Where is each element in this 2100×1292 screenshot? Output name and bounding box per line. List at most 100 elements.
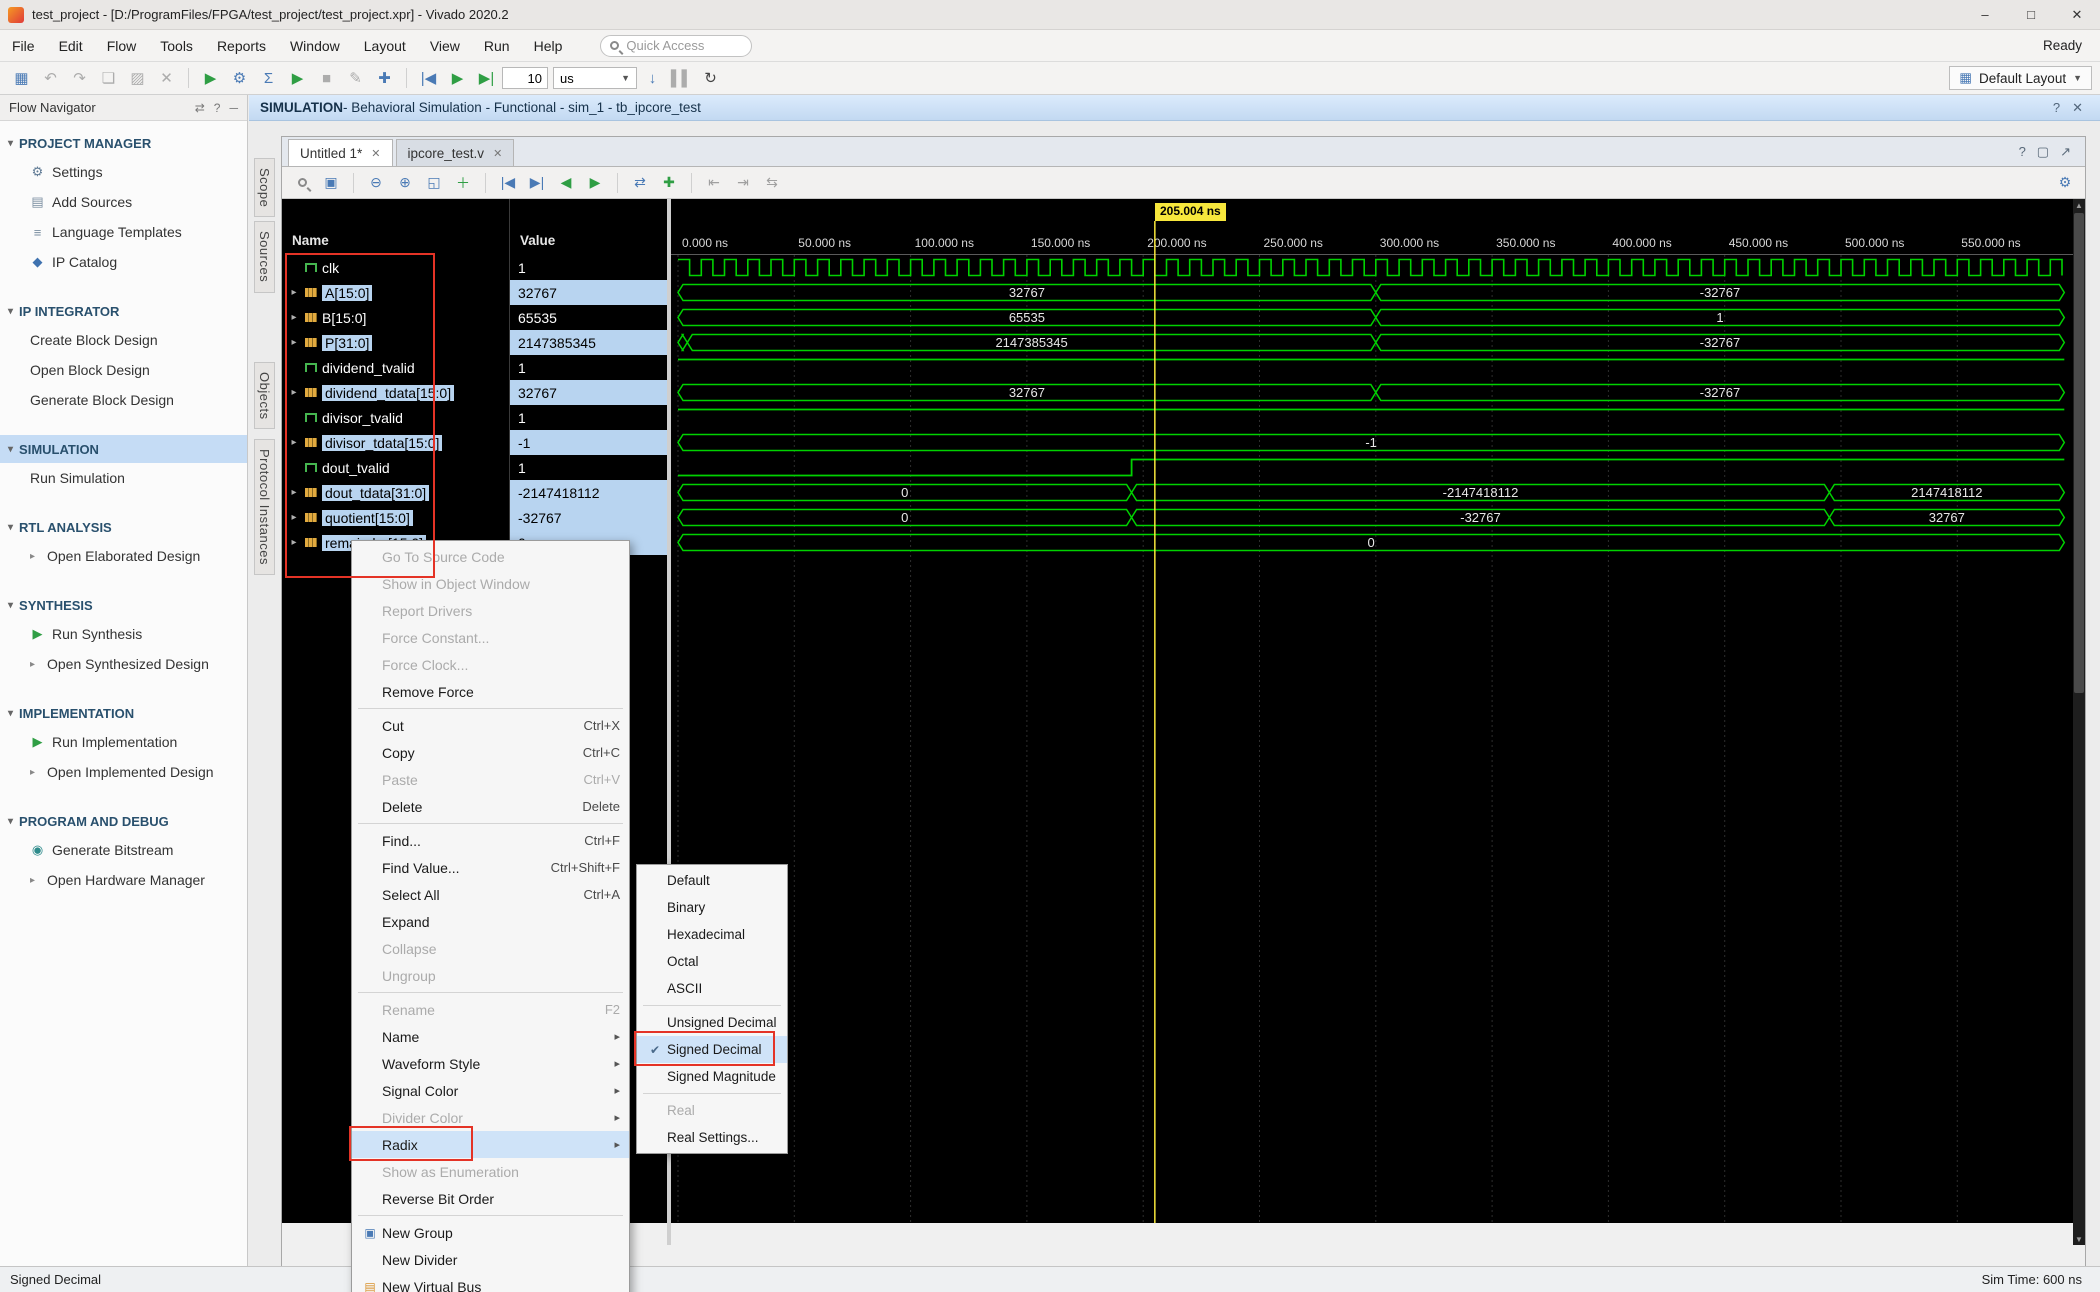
go-to-start-icon[interactable]: |◀ <box>495 171 521 195</box>
tab-protocol-instances[interactable]: Protocol Instances <box>254 439 275 575</box>
sum-icon[interactable]: Σ <box>255 66 282 91</box>
flownav-section-synthesis[interactable]: ▾SYNTHESIS <box>0 591 247 619</box>
help-icon[interactable]: ? <box>2019 144 2026 160</box>
close-icon[interactable]: ✕ <box>493 147 502 160</box>
menu-item-radix[interactable]: Radix▸ <box>352 1131 629 1158</box>
menu-window[interactable]: Window <box>278 33 352 59</box>
menu-flow[interactable]: Flow <box>95 33 149 59</box>
scrollbar-thumb[interactable] <box>2074 213 2084 693</box>
radix-option-signed-decimal[interactable]: ✔Signed Decimal <box>637 1036 787 1063</box>
flownav-item-settings[interactable]: ⚙Settings <box>0 157 247 187</box>
maximize-icon[interactable]: ↗ <box>2060 144 2071 160</box>
scroll-up-icon[interactable]: ▲ <box>2073 199 2085 211</box>
save-waveform-icon[interactable]: ▣ <box>318 171 344 195</box>
float-icon[interactable]: ▢ <box>2037 144 2049 160</box>
flownav-section-implementation[interactable]: ▾IMPLEMENTATION <box>0 699 247 727</box>
open-project-icon[interactable]: ▦ <box>8 66 35 91</box>
flownav-item-generate-bitstream[interactable]: ◉Generate Bitstream <box>0 835 247 865</box>
run-all-icon[interactable]: ▶ <box>444 66 471 91</box>
menu-item-waveform-style[interactable]: Waveform Style▸ <box>352 1050 629 1077</box>
layout-select[interactable]: ▦ Default Layout ▼ <box>1949 66 2092 90</box>
quick-access-search[interactable]: Quick Access <box>600 35 752 57</box>
radix-option-unsigned-decimal[interactable]: Unsigned Decimal <box>637 1009 787 1036</box>
swap-cursors-icon[interactable]: ⇄ <box>627 171 653 195</box>
flownav-item-generate-block-design[interactable]: Generate Block Design <box>0 385 247 415</box>
flownav-item-open-block-design[interactable]: Open Block Design <box>0 355 247 385</box>
radix-option-signed-magnitude[interactable]: Signed Magnitude <box>637 1063 787 1090</box>
waveform-settings-gear-icon[interactable]: ⚙ <box>2052 171 2078 195</box>
flownav-item-open-implemented-design[interactable]: ▸Open Implemented Design <box>0 757 247 787</box>
settings-gear-icon[interactable]: ⚙ <box>226 66 253 91</box>
next-transition-icon[interactable]: ▶ <box>582 171 608 195</box>
menu-item-signal-color[interactable]: Signal Color▸ <box>352 1077 629 1104</box>
flownav-item-open-elaborated-design[interactable]: ▸Open Elaborated Design <box>0 541 247 571</box>
radix-option-default[interactable]: Default <box>637 867 787 894</box>
zoom-to-cursor-icon[interactable]: ＋ <box>450 171 476 195</box>
flownav-item-run-simulation[interactable]: Run Simulation <box>0 463 247 493</box>
restart-sim-icon[interactable]: |◀ <box>415 66 442 91</box>
scroll-down-icon[interactable]: ▼ <box>2073 1233 2085 1245</box>
signal-name-row[interactable]: dividend_tvalid <box>282 355 509 380</box>
flownav-item-run-synthesis[interactable]: ▶Run Synthesis <box>0 619 247 649</box>
signal-name-row[interactable]: ▸quotient[15:0] <box>282 505 509 530</box>
zoom-out-icon[interactable]: ⊖ <box>363 171 389 195</box>
close-button[interactable]: ✕ <box>2054 0 2100 29</box>
menu-item-reverse-bit-order[interactable]: Reverse Bit Order <box>352 1185 629 1212</box>
flownav-section-simulation[interactable]: ▾SIMULATION <box>0 435 247 463</box>
signal-name-row[interactable]: ▸dividend_tdata[15:0] <box>282 380 509 405</box>
menu-run[interactable]: Run <box>472 33 522 59</box>
menu-item-name[interactable]: Name▸ <box>352 1023 629 1050</box>
signal-name-row[interactable]: ▸dout_tdata[31:0] <box>282 480 509 505</box>
close-pane-icon[interactable]: ✕ <box>2072 100 2083 116</box>
menu-edit[interactable]: Edit <box>47 33 95 59</box>
menu-item-new-divider[interactable]: New Divider <box>352 1246 629 1273</box>
flownav-section-program-and-debug[interactable]: ▾PROGRAM AND DEBUG <box>0 807 247 835</box>
menu-item-copy[interactable]: CopyCtrl+C <box>352 739 629 766</box>
relaunch-icon[interactable]: ↻ <box>697 66 724 91</box>
signal-name-row[interactable]: ▸B[15:0] <box>282 305 509 330</box>
menu-reports[interactable]: Reports <box>205 33 278 59</box>
menu-view[interactable]: View <box>418 33 472 59</box>
add-cursor-icon[interactable]: ✚ <box>656 171 682 195</box>
flownav-item-create-block-design[interactable]: Create Block Design <box>0 325 247 355</box>
flownav-item-run-implementation[interactable]: ▶Run Implementation <box>0 727 247 757</box>
cursor-time-label[interactable]: 205.004 ns <box>1155 203 1226 221</box>
menu-item-expand[interactable]: Expand <box>352 908 629 935</box>
vertical-scrollbar[interactable]: ▲ ▼ <box>2073 199 2085 1245</box>
menu-file[interactable]: File <box>0 33 47 59</box>
menu-item-remove-force[interactable]: Remove Force <box>352 678 629 705</box>
run-time-input[interactable] <box>502 67 548 89</box>
signal-name-row[interactable]: ▸P[31:0] <box>282 330 509 355</box>
menu-help[interactable]: Help <box>522 33 575 59</box>
flownav-item-language-templates[interactable]: ≡Language Templates <box>0 217 247 247</box>
tab-sources[interactable]: Sources <box>254 221 275 292</box>
time-unit-select[interactable]: us ▼ <box>553 67 637 89</box>
minimize-button[interactable]: – <box>1962 0 2008 29</box>
find-icon[interactable] <box>289 171 315 195</box>
run-icon[interactable]: ▶ <box>197 66 224 91</box>
signal-name-row[interactable]: clk <box>282 255 509 280</box>
minimize-panel-icon[interactable]: ─ <box>229 101 238 115</box>
radix-option-binary[interactable]: Binary <box>637 894 787 921</box>
signal-name-row[interactable]: dout_tvalid <box>282 455 509 480</box>
zoom-in-icon[interactable]: ⊕ <box>392 171 418 195</box>
run-for-icon[interactable]: ▶| <box>473 66 500 91</box>
radix-option-octal[interactable]: Octal <box>637 948 787 975</box>
step-icon[interactable]: ↓ <box>639 66 666 91</box>
flownav-item-open-synthesized-design[interactable]: ▸Open Synthesized Design <box>0 649 247 679</box>
menu-item-find-value[interactable]: Find Value...Ctrl+Shift+F <box>352 854 629 881</box>
flownav-item-add-sources[interactable]: ▤Add Sources <box>0 187 247 217</box>
tab-scope[interactable]: Scope <box>254 158 275 217</box>
help-icon[interactable]: ? <box>214 101 221 115</box>
menu-item-new-virtual-bus[interactable]: ▤New Virtual Bus <box>352 1273 629 1292</box>
radix-option-real-settings[interactable]: Real Settings... <box>637 1124 787 1151</box>
tab-ipcore-test-v[interactable]: ipcore_test.v✕ <box>396 139 515 166</box>
zoom-fit-icon[interactable]: ◱ <box>421 171 447 195</box>
previous-transition-icon[interactable]: ◀ <box>553 171 579 195</box>
menu-tools[interactable]: Tools <box>148 33 205 59</box>
go-to-end-icon[interactable]: ▶| <box>524 171 550 195</box>
signal-name-row[interactable]: ▸divisor_tdata[15:0] <box>282 430 509 455</box>
signal-name-row[interactable]: ▸A[15:0] <box>282 280 509 305</box>
run-small-icon[interactable]: ▶ <box>284 66 311 91</box>
flownav-item-open-hardware-manager[interactable]: ▸Open Hardware Manager <box>0 865 247 895</box>
